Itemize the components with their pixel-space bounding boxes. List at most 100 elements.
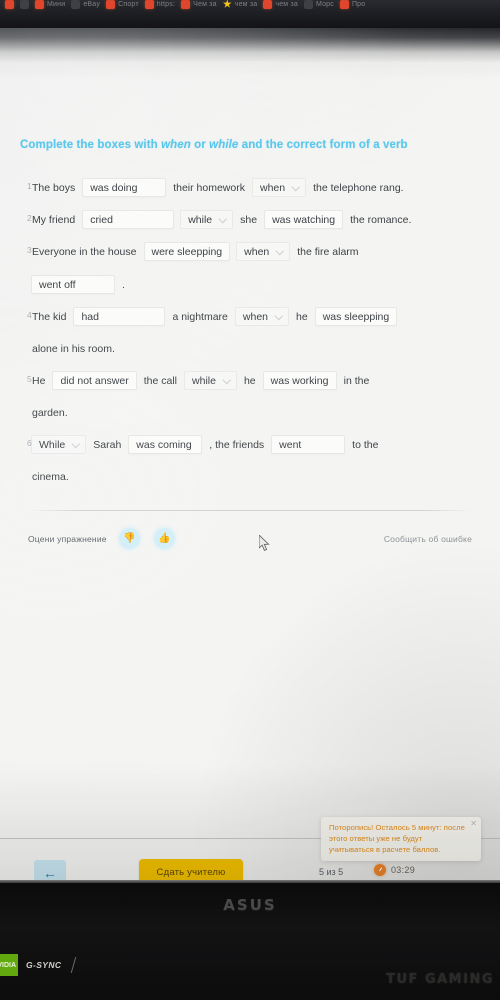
answer-input[interactable]: was working <box>262 371 337 390</box>
question-item: 6 While Sarah was coming , the friends went to… <box>0 435 500 486</box>
question-text: He <box>32 374 46 387</box>
answer-input[interactable]: did not answer <box>52 371 137 390</box>
gsync-sticker: VIDIA G-SYNC <box>0 952 140 978</box>
browser-bookmarks-bar: Мини eBay Спорт https: Чем за чем за чем за Мор… <box>0 0 500 28</box>
conjunction-dropdown[interactable]: while <box>184 371 237 390</box>
exercise-title-while: while <box>209 139 239 151</box>
question-text: cinema. <box>32 471 69 483</box>
laptop-screen-photo: Мини eBay Спорт https: Чем за чем за чем за Мор… <box>0 0 500 1000</box>
exercise-title-when: when <box>161 139 191 151</box>
bookmark-item[interactable]: чем за <box>220 0 261 11</box>
bookmark-item[interactable]: Чем за <box>178 0 220 11</box>
timer-warning-tooltip: ✕ Поторопись! Осталось 5 минут: после эт… <box>321 817 481 861</box>
question-text: alone in his room. <box>32 343 115 355</box>
answer-input[interactable]: was coming <box>128 435 203 454</box>
question-text: he <box>243 374 256 387</box>
bookmark-item[interactable]: Морс <box>301 0 337 11</box>
dropdown-value: when <box>242 310 268 323</box>
conjunction-dropdown[interactable]: when <box>234 307 289 326</box>
question-number: 2 <box>27 213 32 223</box>
dropdown-value: when <box>244 245 270 258</box>
bookmark-item[interactable]: https: <box>142 0 178 11</box>
question-text: The boys <box>32 181 76 194</box>
red-favicon <box>106 0 116 9</box>
question-text: Sarah <box>93 438 122 451</box>
answer-input[interactable]: had <box>73 307 166 326</box>
bookmark-label: https: <box>156 0 176 8</box>
question-list: 1 The boys was doing their homework when the … <box>0 178 500 499</box>
countdown-timer: 03:29 <box>374 864 415 876</box>
bookmark-label: чем за <box>275 0 298 8</box>
conjunction-dropdown[interactable]: when <box>251 178 307 197</box>
chevron-down-icon <box>224 377 231 384</box>
gsync-label: G-SYNC <box>26 960 62 970</box>
answer-input[interactable]: cried <box>82 210 175 229</box>
answer-input[interactable]: went <box>271 435 346 454</box>
question-text: Everyone in the house <box>32 245 137 258</box>
chevron-down-icon <box>293 184 300 191</box>
chevron-down-icon <box>277 248 284 255</box>
bookmark-item[interactable] <box>2 0 17 11</box>
bookmark-item[interactable]: eBay <box>68 0 103 11</box>
clock-icon <box>374 864 386 876</box>
answer-input[interactable]: was sleepping <box>314 307 398 326</box>
bookmark-item[interactable]: Про <box>337 0 368 11</box>
red-favicon <box>5 0 14 9</box>
question-text: a nightmare <box>172 310 228 323</box>
question-item: 5 He did not answer the call while he was work… <box>0 371 500 422</box>
chevron-down-icon <box>276 313 283 320</box>
mouse-cursor <box>259 535 270 552</box>
question-number: 3 <box>27 245 32 255</box>
bookmark-item[interactable]: Мини <box>32 0 68 11</box>
thumbs-down-icon[interactable]: 👎 <box>118 528 140 549</box>
question-item: 2 My friend cried while she was watching the r… <box>0 210 500 229</box>
exercise-title-part1: Complete the boxes with <box>20 139 162 151</box>
answer-input[interactable]: went off <box>31 275 115 294</box>
bookmark-label: Чем за <box>193 0 217 8</box>
exercise-title: Complete the boxes with when or while an… <box>20 139 408 151</box>
conjunction-dropdown[interactable]: While <box>31 435 87 454</box>
bookmark-item[interactable]: Спорт <box>103 0 142 11</box>
conjunction-dropdown[interactable]: when <box>236 242 291 261</box>
bookmark-label: eBay <box>83 0 101 8</box>
star-favicon <box>222 0 232 8</box>
conjunction-dropdown[interactable]: while <box>180 210 234 229</box>
answer-input[interactable]: were sleepping <box>143 242 231 261</box>
report-error-link[interactable]: Сообщить об ошибке <box>384 534 472 544</box>
answer-input[interactable]: was watching <box>264 210 344 229</box>
timer-value: 03:29 <box>391 865 416 875</box>
asus-logo: ASUS <box>223 896 277 914</box>
exercise-title-part2: and the correct form of a verb <box>238 139 408 151</box>
close-icon[interactable]: ✕ <box>470 820 477 828</box>
question-item: 1 The boys was doing their homework when the … <box>0 178 500 197</box>
rating-row: Оцени упражнение 👎 👍 Сообщить об ошибке <box>0 528 500 549</box>
chevron-down-icon <box>220 216 227 223</box>
red-favicon <box>35 0 44 9</box>
question-number: 4 <box>27 310 32 320</box>
bookmark-label: Мини <box>47 0 66 8</box>
question-text: the call <box>143 374 178 387</box>
red-favicon <box>339 0 349 9</box>
bookmark-label: Морс <box>315 0 334 8</box>
question-text: to the <box>352 438 379 451</box>
question-text: the romance. <box>350 213 412 226</box>
dark-favicon <box>20 0 29 9</box>
submit-to-teacher-button[interactable]: Сдать учителю <box>139 859 243 880</box>
bookmark-label: Про <box>351 0 366 8</box>
question-text: , the friends <box>209 438 265 451</box>
answer-input[interactable]: was doing <box>82 178 167 197</box>
bookmark-item[interactable]: чем за <box>260 0 301 11</box>
question-text: he <box>296 310 308 323</box>
exercise-page: Complete the boxes with when or while an… <box>0 28 500 880</box>
bookmark-item[interactable] <box>17 0 32 11</box>
question-text: . <box>122 278 125 291</box>
back-button[interactable]: ← <box>34 860 66 880</box>
exercise-title-or: or <box>190 139 210 151</box>
question-item: 3 Everyone in the house were sleepping when… <box>0 242 500 294</box>
thumbs-up-icon[interactable]: 👍 <box>153 528 175 549</box>
rating-label: Оцени упражнение <box>28 533 107 544</box>
task-counter: 5 из 5 <box>319 867 344 877</box>
bookmark-label: чем за <box>234 0 258 8</box>
question-text: My friend <box>32 213 76 226</box>
red-favicon <box>144 0 154 9</box>
